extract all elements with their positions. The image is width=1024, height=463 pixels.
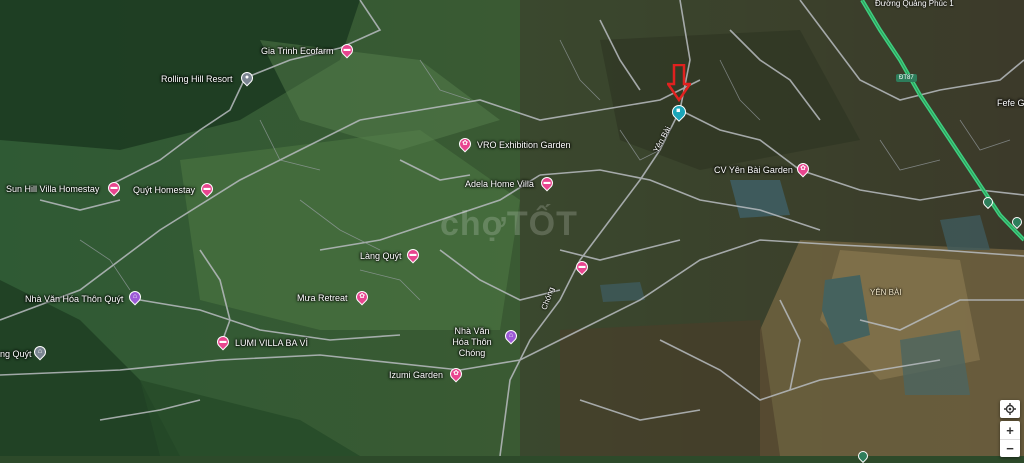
place-label: LUMI VILLA BA VÌ — [235, 338, 309, 348]
zoom-out-button[interactable]: − — [1000, 439, 1020, 457]
place-label: ng Quýt — [0, 349, 32, 359]
zoom-controls: + − — [1000, 421, 1020, 457]
area-label-yen-bai: YÊN BÀI — [870, 288, 902, 297]
place-label: CV Yên Bài Garden — [714, 165, 793, 175]
area-label-fefe: Fefe G — [997, 98, 1024, 108]
place-label: Mưa Retreat — [297, 293, 348, 303]
road-badge-dt87: ĐT87 — [896, 74, 917, 82]
crosshair-icon[interactable] — [1000, 400, 1020, 418]
place-label: Rolling Hill Resort — [161, 74, 233, 84]
locate-control[interactable] — [1000, 400, 1020, 418]
road-label-quang-phuc: Đường Quảng Phúc 1 — [875, 0, 954, 8]
zoom-in-button[interactable]: + — [1000, 421, 1020, 439]
place-label: Nhà Văn Hóa Thôn Quýt — [25, 294, 124, 304]
place-label: Gia Trinh Ecofarm — [261, 46, 334, 56]
place-label: Sun Hill Villa Homestay — [6, 184, 100, 194]
place-label: Adela Home Villa — [465, 179, 534, 189]
red-arrow-marker — [667, 64, 691, 102]
place-label: Nhà Văn Hóa Thôn Chóng — [452, 326, 492, 358]
place-label: Làng Quýt — [360, 251, 402, 261]
place-label: Izumi Garden — [389, 370, 444, 380]
place-label: VRO Exhibition Garden — [477, 140, 571, 150]
watermark: chợTỐT — [440, 205, 578, 243]
place-label: Quýt Homestay — [133, 185, 196, 195]
